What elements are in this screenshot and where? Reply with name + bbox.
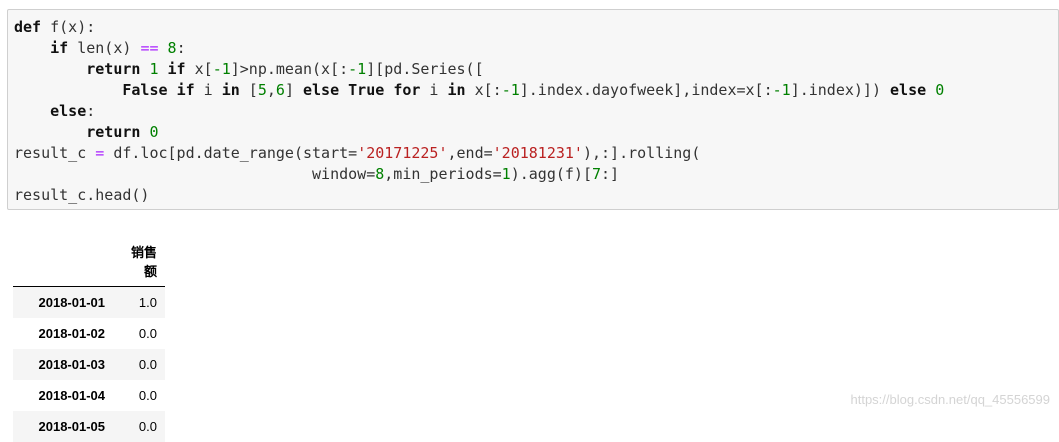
code-line: result_c.head()	[14, 185, 1058, 206]
code-token: '20171225'	[357, 144, 448, 162]
code-token: x[:	[465, 81, 502, 99]
code-line: else:	[14, 101, 1058, 122]
code-token: i	[420, 81, 448, 99]
code-line: def f(x):	[14, 17, 1058, 38]
code-token: df.loc[pd.date_range(start=	[104, 144, 358, 162]
cell-value: 0.0	[138, 325, 157, 341]
index-header-corner	[13, 237, 113, 287]
row-index: 2018-01-03	[38, 356, 106, 372]
code-token: ),:].rolling(	[582, 144, 701, 162]
code-token: result_c	[14, 144, 96, 162]
cell-value: 0.0	[138, 387, 157, 403]
code-token: def	[14, 18, 42, 36]
code-token: -1	[348, 60, 367, 78]
table-row: 2018-01-03 0.0	[13, 348, 165, 380]
code-token: return	[86, 60, 141, 78]
code-token: return	[86, 123, 141, 141]
code-token: 1	[149, 60, 159, 78]
code-token: '20181231'	[492, 144, 583, 162]
code-token: result_c.head()	[14, 186, 150, 204]
code-line: False if i in [5,6] else True for i in x…	[14, 80, 1058, 101]
code-line: result_c = df.loc[pd.date_range(start='2…	[14, 143, 1058, 164]
code-token: ,end=	[447, 144, 493, 162]
table-row: 2018-01-02 0.0	[13, 318, 165, 349]
cell-value: 1.0	[138, 294, 157, 310]
code-token: ]	[284, 81, 303, 99]
watermark-text: https://blog.csdn.net/qq_45556599	[850, 392, 1051, 407]
code-line: return 0	[14, 122, 1058, 143]
code-token: =	[95, 144, 105, 162]
code-token: ==	[140, 39, 159, 57]
code-token: 7	[591, 165, 602, 183]
code-token: 8	[167, 39, 177, 57]
code-token: x[	[185, 60, 213, 78]
code-token: :	[86, 102, 96, 120]
table-row: 2018-01-04 0.0	[13, 380, 165, 411]
code-token: for	[393, 81, 421, 99]
code-token: False	[122, 81, 168, 99]
output-area: 销售额 2018-01-01 1.0 2018-01-02 0.0 2018-0…	[13, 237, 165, 442]
row-index: 2018-01-02	[38, 325, 106, 341]
code-cell[interactable]: def f(x): if len(x) == 8: return 1 if x[…	[7, 9, 1059, 210]
code-token: f(x):	[41, 18, 96, 36]
code-token: [	[239, 81, 258, 99]
column-header-sales: 销售额	[113, 237, 165, 287]
code-token: ].index.dayofweek],index=x[:	[519, 81, 773, 99]
table-row: 2018-01-05 0.0	[13, 410, 165, 442]
code-token: 8	[375, 165, 385, 183]
code-token: 5	[257, 81, 267, 99]
code-token: -1	[772, 81, 791, 99]
code-token: :	[176, 39, 186, 57]
row-index: 2018-01-04	[38, 387, 106, 403]
code-token: -1	[212, 60, 231, 78]
code-token: ).agg(f)[	[510, 165, 592, 183]
code-token: else	[50, 102, 87, 120]
code-token: ,	[266, 81, 276, 99]
cell-value: 0.0	[138, 418, 157, 434]
code-token: -1	[501, 81, 520, 99]
code-token: if	[50, 39, 69, 57]
code-token: ][pd.Series([	[366, 60, 484, 78]
row-index: 2018-01-05	[38, 418, 106, 434]
code-token: len(x)	[68, 39, 141, 57]
table-header-row: 销售额	[13, 237, 165, 287]
code-token: window=	[14, 165, 376, 183]
code-token: ]>np.mean(x[:	[230, 60, 349, 78]
table-row: 2018-01-01 1.0	[13, 286, 165, 318]
code-line: if len(x) == 8:	[14, 38, 1058, 59]
code-token: 1	[501, 165, 511, 183]
row-index: 2018-01-01	[38, 294, 106, 310]
code-token: if	[176, 81, 195, 99]
code-token: in	[221, 81, 240, 99]
cell-value: 0.0	[138, 356, 157, 372]
code-token: ].index)])	[790, 81, 891, 99]
code-token: 0	[935, 81, 945, 99]
code-token: ,min_periods=	[384, 165, 502, 183]
code-token: if	[167, 60, 186, 78]
code-token: 0	[149, 123, 159, 141]
code-line: window=8,min_periods=1).agg(f)[7:]	[14, 164, 1058, 185]
code-token: i	[194, 81, 222, 99]
code-token: in	[447, 81, 466, 99]
code-token: else	[890, 81, 927, 99]
code-token: else	[303, 81, 340, 99]
dataframe-table: 销售额 2018-01-01 1.0 2018-01-02 0.0 2018-0…	[13, 237, 165, 442]
code-token: True	[348, 81, 385, 99]
code-line: return 1 if x[-1]>np.mean(x[:-1][pd.Seri…	[14, 59, 1058, 80]
code-token: :]	[601, 165, 620, 183]
code-token: 6	[275, 81, 285, 99]
